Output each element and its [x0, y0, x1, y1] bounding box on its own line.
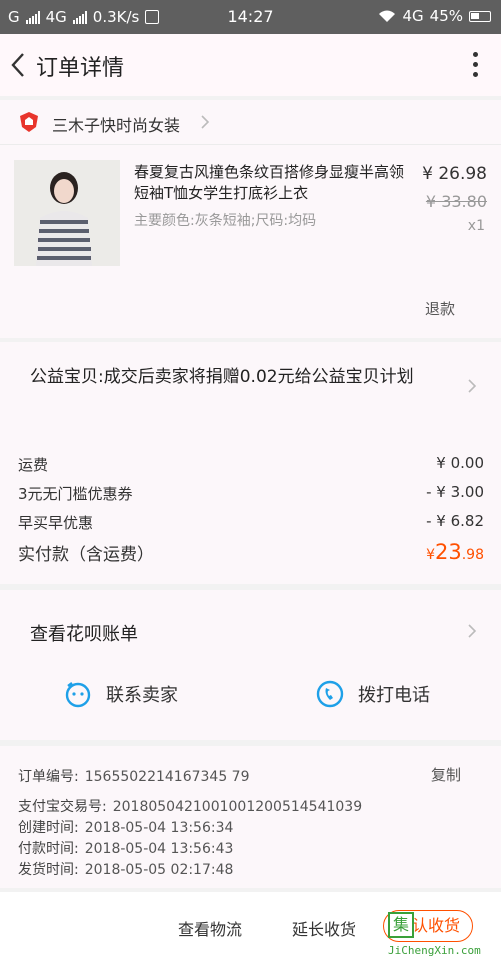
early-discount-value: - ¥ 6.82: [426, 512, 484, 530]
alipay-label: 支付宝交易号:: [18, 799, 107, 815]
order-number-label: 订单编号:: [18, 769, 79, 785]
fees-card: 公益宝贝:成交后卖家将捐赠0.02元给公益宝贝计划 运费 ¥ 0.00 3元无门…: [0, 342, 501, 584]
paid-label: 付款时间:: [18, 841, 79, 857]
watermark-url: JiChengXin.com: [388, 944, 481, 957]
order-number-row: 订单编号: 1565502214167345 79: [18, 766, 250, 786]
product-card: 三木子快时尚女装 春夏复古风撞色条纹百搭修身显瘦半高领短袖T恤女学生打底衫上衣 …: [0, 100, 501, 338]
order-number-value: 1565502214167345 79: [84, 769, 250, 785]
shop-row[interactable]: 三木子快时尚女装: [0, 100, 501, 145]
shipped-label: 发货时间:: [18, 862, 79, 878]
order-info-card: 订单编号: 1565502214167345 79 复制 支付宝交易号: 20180…: [0, 746, 501, 888]
shipped-value: 2018-05-05 02:17:48: [84, 862, 234, 878]
total-integer: 23: [435, 540, 462, 564]
product-photo-icon: [14, 160, 120, 266]
shipping-label: 运费: [18, 456, 49, 474]
coupon-row: 3元无门槛优惠券 - ¥ 3.00: [18, 483, 484, 504]
battery-label: 45%: [429, 7, 463, 25]
alipay-value: 2018050421001001200514541039: [112, 799, 363, 815]
shipping-value: ¥ 0.00: [436, 454, 484, 472]
shop-name: 三木子快时尚女装: [52, 116, 181, 135]
huabei-bill-link[interactable]: 查看花呗账单: [30, 620, 138, 646]
product-title[interactable]: 春夏复古风撞色条纹百搭修身显瘦半高领短袖T恤女学生打底衫上衣: [134, 162, 404, 204]
contact-seller-button[interactable]: 联系卖家: [64, 680, 178, 708]
product-thumbnail[interactable]: [14, 160, 120, 266]
chevron-right-icon: [201, 115, 210, 129]
view-logistics-button[interactable]: 查看物流: [178, 916, 242, 940]
coupon-value: - ¥ 3.00: [426, 483, 484, 501]
more-vertical-icon[interactable]: [471, 52, 479, 80]
call-phone-button[interactable]: 拨打电话: [316, 680, 430, 708]
wifi-icon: [379, 10, 396, 22]
paid-row: 付款时间: 2018-05-04 13:56:43: [18, 838, 233, 858]
page-title: 订单详情: [36, 56, 125, 81]
created-label: 创建时间:: [18, 820, 79, 836]
shipping-fee-row: 运费 ¥ 0.00: [18, 454, 484, 475]
status-bar: G 4G 0.3K/s 14:27 4G 45%: [0, 0, 501, 34]
total-decimal: .98: [461, 547, 484, 563]
total-currency: ¥: [426, 547, 435, 563]
copy-button[interactable]: 复制: [431, 764, 461, 785]
created-value: 2018-05-04 13:56:34: [84, 820, 234, 836]
early-discount-row: 早买早优惠 - ¥ 6.82: [18, 512, 484, 533]
call-phone-label: 拨打电话: [358, 685, 430, 706]
shop-badge-icon: [20, 112, 38, 132]
early-discount-label: 早买早优惠: [18, 514, 94, 532]
actions-card: 查看花呗账单 联系卖家 拨打电话: [0, 590, 501, 740]
chevron-right-icon: [468, 379, 477, 393]
phone-icon: [316, 680, 344, 708]
status-right: 4G 45%: [378, 7, 491, 25]
charity-notice[interactable]: 公益宝贝:成交后卖家将捐赠0.02元给公益宝贝计划: [30, 366, 450, 388]
product-quantity: x1: [467, 218, 485, 234]
shipped-row: 发货时间: 2018-05-05 02:17:48: [18, 859, 233, 879]
coupon-label: 3元无门槛优惠券: [18, 485, 133, 503]
product-original-price: ¥ 33.80: [425, 192, 487, 211]
product-price: ¥ 26.98: [422, 164, 487, 184]
battery-icon: [469, 10, 491, 22]
total-row: 实付款（含运费） ¥23.98: [18, 540, 484, 565]
back-chevron-icon[interactable]: [6, 50, 32, 80]
watermark: 集 JiChengXin.com: [388, 912, 501, 960]
contact-seller-label: 联系卖家: [106, 685, 178, 706]
total-value: ¥23.98: [426, 540, 484, 564]
alipay-row: 支付宝交易号: 2018050421001001200514541039: [18, 796, 362, 816]
watermark-logo: 集: [388, 912, 414, 938]
chat-bubble-icon: [65, 682, 91, 708]
refund-button[interactable]: 退款: [425, 298, 455, 319]
extend-receipt-button[interactable]: 延长收货: [292, 916, 356, 940]
network-right-label: 4G: [402, 7, 424, 25]
total-label: 实付款（含运费）: [18, 545, 154, 565]
nav-bar: 订单详情: [0, 34, 501, 96]
paid-value: 2018-05-04 13:56:43: [84, 841, 234, 857]
product-spec: 主要颜色:灰条短袖;尺码:均码: [134, 213, 317, 229]
chevron-right-icon: [468, 624, 477, 638]
created-row: 创建时间: 2018-05-04 13:56:34: [18, 817, 233, 837]
